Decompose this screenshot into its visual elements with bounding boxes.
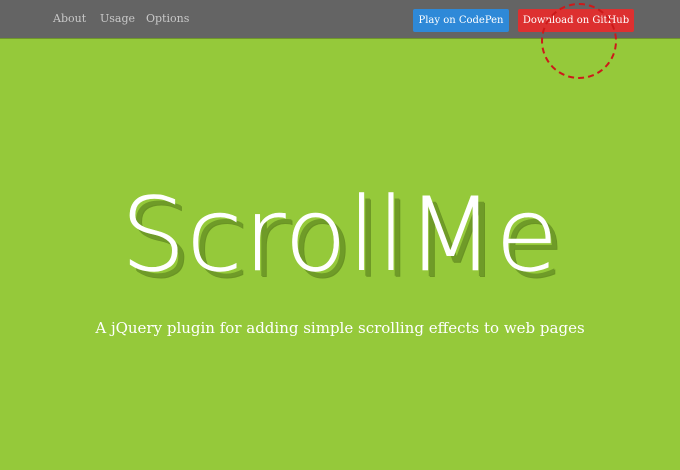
hero-title: ScrollMe — [120, 176, 560, 296]
nav-link-about[interactable]: About — [53, 12, 86, 26]
nav-link-usage[interactable]: Usage — [100, 12, 135, 26]
page: About Usage Options Play on CodePen Down… — [0, 0, 680, 470]
download-on-github-button[interactable]: Download on GitHub — [518, 9, 634, 32]
play-on-codepen-button[interactable]: Play on CodePen — [413, 9, 509, 32]
top-navigation-bar: About Usage Options Play on CodePen Down… — [0, 0, 680, 38]
nav-link-options[interactable]: Options — [146, 12, 189, 26]
hero-subtitle: A jQuery plugin for adding simple scroll… — [95, 319, 585, 337]
